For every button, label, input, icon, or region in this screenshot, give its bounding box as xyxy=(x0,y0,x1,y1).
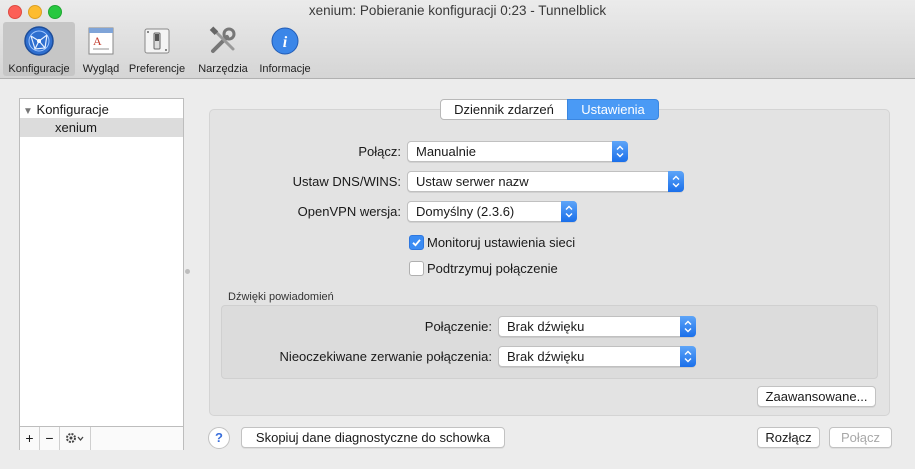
tab-log[interactable]: Dziennik zdarzeń xyxy=(440,99,568,120)
dns-value: Ustaw serwer nazw xyxy=(416,174,529,189)
monitor-network-label[interactable]: Monitoruj ustawienia sieci xyxy=(427,235,575,250)
remove-configuration-button[interactable]: − xyxy=(40,427,60,450)
checkmark-icon xyxy=(412,239,421,247)
copy-diagnostics-button[interactable]: Skopiuj dane diagnostyczne do schowka xyxy=(241,427,505,448)
list-group-header[interactable]: ▼ Konfiguracje xyxy=(23,102,109,117)
tab-settings[interactable]: Ustawienia xyxy=(567,99,659,120)
connect-label: Połącz: xyxy=(358,144,401,159)
info-icon: i xyxy=(271,27,299,55)
toolbar-item-appearance[interactable]: A Wygląd xyxy=(78,22,124,76)
connection-sound-value: Brak dźwięku xyxy=(507,319,585,334)
window-title: xenium: Pobieranie konfiguracji 0:23 - T… xyxy=(308,3,607,18)
popup-arrows-icon xyxy=(680,346,696,367)
connect-value: Manualnie xyxy=(416,144,476,159)
connect-button[interactable]: Połącz xyxy=(829,427,892,448)
svg-text:A: A xyxy=(93,34,102,48)
toolbar-label: Narzędzia xyxy=(198,63,248,75)
svg-text:i: i xyxy=(283,34,288,51)
configuration-name: xenium xyxy=(55,120,97,135)
advanced-button[interactable]: Zaawansowane... xyxy=(757,386,876,407)
connection-sound-popup[interactable]: Brak dźwięku xyxy=(498,316,696,337)
toolbar-label: Informacje xyxy=(259,63,311,75)
monitor-network-checkbox[interactable] xyxy=(409,235,424,250)
disclosure-triangle-icon[interactable]: ▼ xyxy=(23,106,33,117)
connection-sound-label: Połączenie: xyxy=(424,319,492,334)
split-view-handle[interactable] xyxy=(185,269,190,274)
disconnect-button[interactable]: Rozłącz xyxy=(757,427,820,448)
keep-connection-checkbox[interactable] xyxy=(409,261,424,276)
add-configuration-button[interactable]: + xyxy=(20,427,40,450)
openvpn-version-popup[interactable]: Domyślny (2.3.6) xyxy=(407,201,577,222)
toolbar-item-tools[interactable]: Narzędzia xyxy=(194,22,252,76)
popup-arrows-icon xyxy=(680,316,696,337)
toolbar-item-configurations[interactable]: Konfiguracje xyxy=(3,22,75,76)
window-toolbar: xenium: Pobieranie konfiguracji 0:23 - T… xyxy=(0,0,915,79)
switch-icon xyxy=(144,28,170,54)
tools-icon xyxy=(209,26,236,53)
dns-popup[interactable]: Ustaw serwer nazw xyxy=(407,171,684,192)
help-button[interactable]: ? xyxy=(208,427,230,449)
globe-network-icon xyxy=(24,26,54,56)
openvpn-value: Domyślny (2.3.6) xyxy=(416,204,515,219)
drop-sound-value: Brak dźwięku xyxy=(507,349,585,364)
gear-icon xyxy=(66,433,84,443)
popup-arrows-icon xyxy=(561,201,577,222)
drop-sound-label: Nieoczekiwane zerwanie połączenia: xyxy=(279,349,492,364)
configurations-list: ▼ Konfiguracje xenium + − xyxy=(19,98,184,450)
toolbar-label: Preferencje xyxy=(128,63,186,75)
list-footer: + − xyxy=(20,426,183,450)
toolbar-label: Wygląd xyxy=(82,63,120,75)
toolbar-item-preferences[interactable]: Preferencje xyxy=(126,22,188,76)
dns-label: Ustaw DNS/WINS: xyxy=(292,174,401,189)
sounds-section-title: Dźwięki powiadomień xyxy=(228,291,334,303)
toolbar-item-info[interactable]: i Informacje xyxy=(255,22,315,76)
list-group-label: Konfiguracje xyxy=(36,102,109,117)
gear-menu-button[interactable] xyxy=(60,427,91,450)
popup-arrows-icon xyxy=(612,141,628,162)
list-item[interactable]: xenium xyxy=(20,118,183,137)
appearance-icon: A xyxy=(88,27,114,55)
drop-sound-popup[interactable]: Brak dźwięku xyxy=(498,346,696,367)
connect-popup[interactable]: Manualnie xyxy=(407,141,628,162)
popup-arrows-icon xyxy=(668,171,684,192)
toolbar-label: Konfiguracje xyxy=(8,63,70,75)
openvpn-label: OpenVPN wersja: xyxy=(297,204,401,219)
keep-connection-label[interactable]: Podtrzymuj połączenie xyxy=(427,261,558,276)
